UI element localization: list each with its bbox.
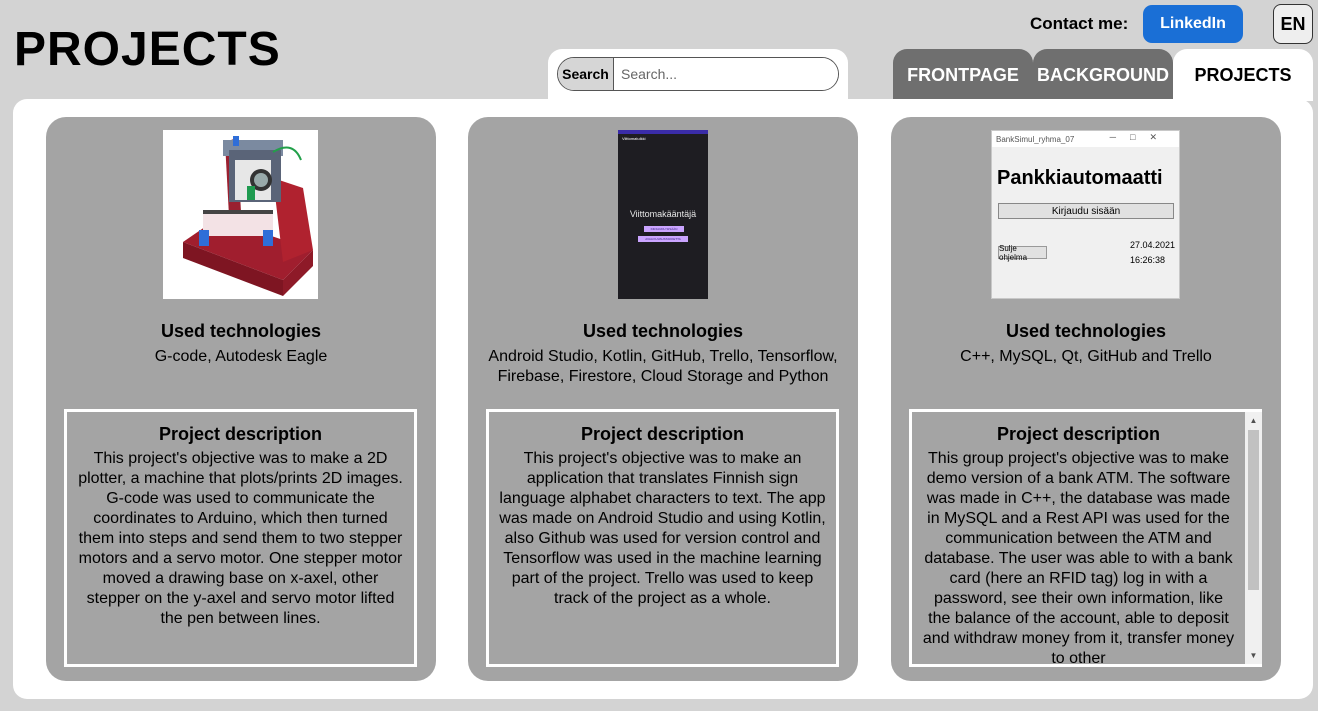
tech-text: C++, MySQL, Qt, GitHub and Trello — [960, 348, 1212, 365]
phone-status-bar — [618, 130, 708, 134]
description-scrollbar[interactable]: ▲ ▼ — [1245, 412, 1262, 664]
phone-button-login: KIRJAUDU SISÄÄN — [644, 226, 684, 232]
linkedin-button[interactable]: LinkedIn — [1143, 5, 1243, 43]
bank-window-titlebar: BankSimul_ryhma_07 ─□✕ — [992, 131, 1179, 147]
description-title: Project description — [158, 424, 323, 444]
bank-login-button: Kirjaudu sisään — [998, 203, 1174, 219]
description-text: This group project's objective was to ma… — [922, 450, 1235, 667]
bank-heading: Pankkiautomaatti — [997, 167, 1163, 189]
project-card-plotter: Used technologies G-code, Autodesk Eagle… — [46, 117, 436, 681]
bank-window-title: BankSimul_ryhma_07 — [996, 134, 1075, 144]
search-box: Search — [557, 57, 839, 91]
description-box: Project description This project's objec… — [486, 409, 839, 667]
description-text: This project's objective was to make a 2… — [78, 450, 403, 627]
scroll-up-icon[interactable]: ▲ — [1245, 412, 1262, 429]
description-box-scrollable[interactable]: Project description This group project's… — [909, 409, 1262, 667]
scroll-thumb[interactable] — [1248, 430, 1259, 590]
tech-text: G-code, Autodesk Eagle — [154, 348, 328, 365]
description-title: Project description — [996, 424, 1161, 444]
search-label: Search — [558, 58, 614, 90]
description-box: Project description This project's objec… — [64, 409, 417, 667]
project-card-sign-language: Viittomatulkki Viittomakääntäjä KIRJAUDU… — [468, 117, 858, 681]
project-image-plotter — [163, 130, 318, 299]
tech-text: Android Studio, Kotlin, GitHub, Trello, … — [488, 348, 838, 385]
phone-screen-title: Viittomakääntäjä — [629, 209, 697, 219]
language-button[interactable]: EN — [1273, 4, 1313, 44]
search-input[interactable] — [614, 58, 838, 90]
tech-title: Used technologies — [160, 321, 322, 341]
contact-label: Contact me: — [1030, 14, 1129, 33]
window-controls-icon: ─□✕ — [1109, 132, 1171, 142]
scroll-down-icon[interactable]: ▼ — [1245, 647, 1262, 664]
phone-button-camera: AVAA KUVAUSTAKKETTA — [638, 236, 688, 242]
project-image-android-app: Viittomatulkki Viittomakääntäjä KIRJAUDU… — [618, 130, 708, 299]
bank-close-button: Sulje ohjelma — [998, 244, 1047, 262]
bank-time: 16:26:38 — [1130, 255, 1166, 265]
project-image-bank-app: BankSimul_ryhma_07 ─□✕ Pankkiautomaatti … — [991, 130, 1180, 299]
tech-title: Used technologies — [582, 321, 744, 341]
tab-projects[interactable]: PROJECTS — [1173, 49, 1313, 101]
tab-background[interactable]: BACKGROUND — [1033, 49, 1173, 101]
tech-title: Used technologies — [1005, 321, 1167, 341]
phone-app-bar-title: Viittomatulkki — [622, 136, 646, 141]
description-title: Project description — [580, 424, 745, 444]
description-text: This project's objective was to make an … — [499, 450, 826, 607]
bank-date: 27.04.2021 — [1130, 240, 1176, 250]
tab-frontpage[interactable]: FRONTPAGE — [893, 49, 1033, 101]
search-tab: Search — [548, 49, 848, 101]
page-title: PROJECTS — [14, 23, 281, 76]
project-card-bank-atm: BankSimul_ryhma_07 ─□✕ Pankkiautomaatti … — [891, 117, 1281, 681]
